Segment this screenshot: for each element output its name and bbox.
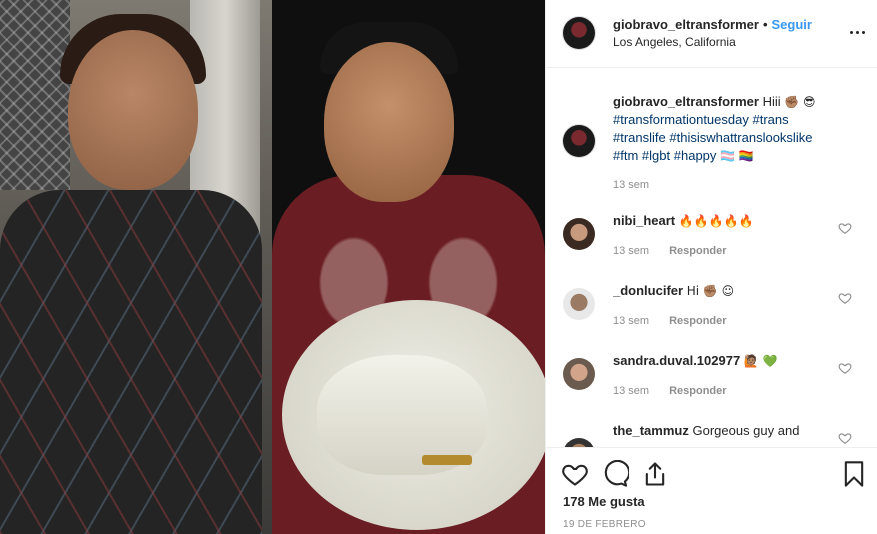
comment-text: Gorgeous guy and [692,423,800,438]
comment-icon[interactable] [601,460,629,488]
comment-meta: 13 sem Responder [613,315,727,327]
commenter-avatar[interactable] [563,288,595,320]
post-sidebar: giobravo_eltransformer • Seguir Los Angele… [545,0,877,534]
commenter-avatar[interactable] [563,438,595,447]
location-link[interactable]: Los Angeles, California [613,35,736,49]
plaid-shirt [0,190,262,534]
comment-time: 13 sem [613,315,650,327]
bookmark-icon[interactable] [840,460,868,488]
hashtag[interactable]: #trans [752,112,788,127]
comment: sandra.duval.102977 🙋🏽 💚 [613,352,838,370]
comment-username[interactable]: nibi_heart [613,213,675,228]
face [324,42,454,202]
caption: giobravo_eltransformer Hiii ✊🏽 😎 #transf… [613,93,863,165]
caption-username[interactable]: giobravo_eltransformer [613,94,759,109]
comments-list[interactable]: giobravo_eltransformer Hiii ✊🏽 😎 #transf… [546,69,877,447]
hashtag[interactable]: #lgbt [642,148,670,163]
caption-emoji: ✊🏽 😎 [784,95,816,109]
hashtag[interactable]: #translife [613,130,666,145]
post-date: 19 DE FEBRERO [563,519,646,530]
like-count[interactable]: 178 Me gusta [563,494,645,509]
flag-emoji: 🏳️‍⚧️ 🏳️‍🌈 [720,149,754,163]
after-photo [272,0,545,534]
caption-text: Hiii [762,94,781,109]
reply-button[interactable]: Responder [669,315,726,327]
header-user-row: giobravo_eltransformer • Seguir [613,17,812,32]
hashtag[interactable]: #transformationtuesday [613,112,749,127]
more-options-icon[interactable] [848,22,868,42]
caption-avatar[interactable] [563,125,595,157]
comment: the_tammuz Gorgeous guy and [613,422,838,440]
post-actions: 178 Me gusta 19 DE FEBRERO [546,447,877,534]
hashtag[interactable]: #ftm [613,148,638,163]
comment-like-icon[interactable] [838,431,852,445]
share-icon[interactable] [641,460,669,488]
comment-like-icon[interactable] [838,221,852,235]
comment-username[interactable]: sandra.duval.102977 [613,353,740,368]
before-photo [0,0,272,534]
comment: _donlucifer Hi ✊🏽 ☺ [613,282,838,300]
comment-username[interactable]: _donlucifer [613,283,683,298]
caption-time: 13 sem [613,179,650,191]
comment-time: 13 sem [613,245,650,257]
comment-meta: 13 sem Responder [613,245,727,257]
comment-time: 13 sem [613,385,650,397]
commenter-avatar[interactable] [563,358,595,390]
hashtag[interactable]: #thisiswhattranslookslike [669,130,812,145]
comment: nibi_heart 🔥🔥🔥🔥🔥 [613,212,838,230]
comment-text: 🔥🔥🔥🔥🔥 [678,214,754,228]
reply-button[interactable]: Responder [669,245,726,257]
caption-timestamp: 13 sem [613,179,649,191]
comment-like-icon[interactable] [838,361,852,375]
comment-text: 🙋🏽 💚 [743,354,778,368]
comment-like-icon[interactable] [838,291,852,305]
face [68,30,198,190]
comment-username[interactable]: the_tammuz [613,423,689,438]
separator-dot: • [762,17,768,32]
post-header: giobravo_eltransformer • Seguir Los Angele… [546,0,877,68]
comment-meta: 13 sem Responder [613,385,727,397]
fence-background [0,0,70,190]
commenter-avatar[interactable] [563,218,595,250]
header-username[interactable]: giobravo_eltransformer [613,17,759,32]
hat-buckle [422,455,472,465]
reply-button[interactable]: Responder [669,385,726,397]
post-photo[interactable] [0,0,545,534]
hashtag[interactable]: #happy [674,148,717,163]
avatar[interactable] [563,17,595,49]
heart-icon[interactable] [561,460,589,488]
comment-text: Hi ✊🏽 ☺ [686,284,735,298]
follow-button[interactable]: Seguir [772,17,812,32]
